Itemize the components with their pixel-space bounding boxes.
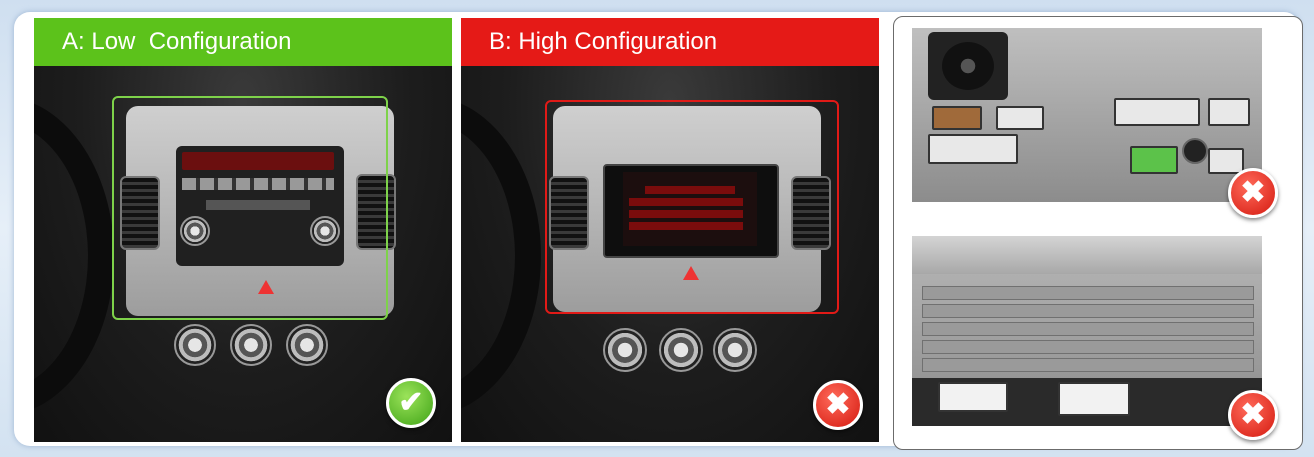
climate-knob-center	[230, 324, 272, 366]
dashboard-photo-low	[34, 66, 452, 442]
steering-wheel	[34, 96, 114, 416]
highlight-box-red	[545, 100, 839, 314]
highlight-box-green	[112, 96, 388, 320]
cross-icon: ✖	[1228, 168, 1278, 218]
photo-rear-connectors-2	[912, 236, 1262, 426]
climate-knob-center	[659, 328, 703, 372]
cross-icon: ✖	[1228, 390, 1278, 440]
check-icon: ✔	[386, 378, 436, 428]
climate-knob-right	[286, 324, 328, 366]
climate-knob-right	[713, 328, 757, 372]
photo-rear-connectors-1	[912, 28, 1262, 202]
climate-knob-left	[603, 328, 647, 372]
panel-low-configuration: A: Low Configuration ✔	[34, 18, 452, 442]
panel-title-high: B: High Configuration	[461, 18, 879, 66]
dashboard-photo-high	[461, 66, 879, 442]
panel-high-configuration: B: High Configuration ✖	[461, 18, 879, 442]
cross-icon: ✖	[813, 380, 863, 430]
panel-title-low: A: Low Configuration	[34, 18, 452, 66]
steering-wheel	[461, 96, 541, 416]
climate-knob-left	[174, 324, 216, 366]
